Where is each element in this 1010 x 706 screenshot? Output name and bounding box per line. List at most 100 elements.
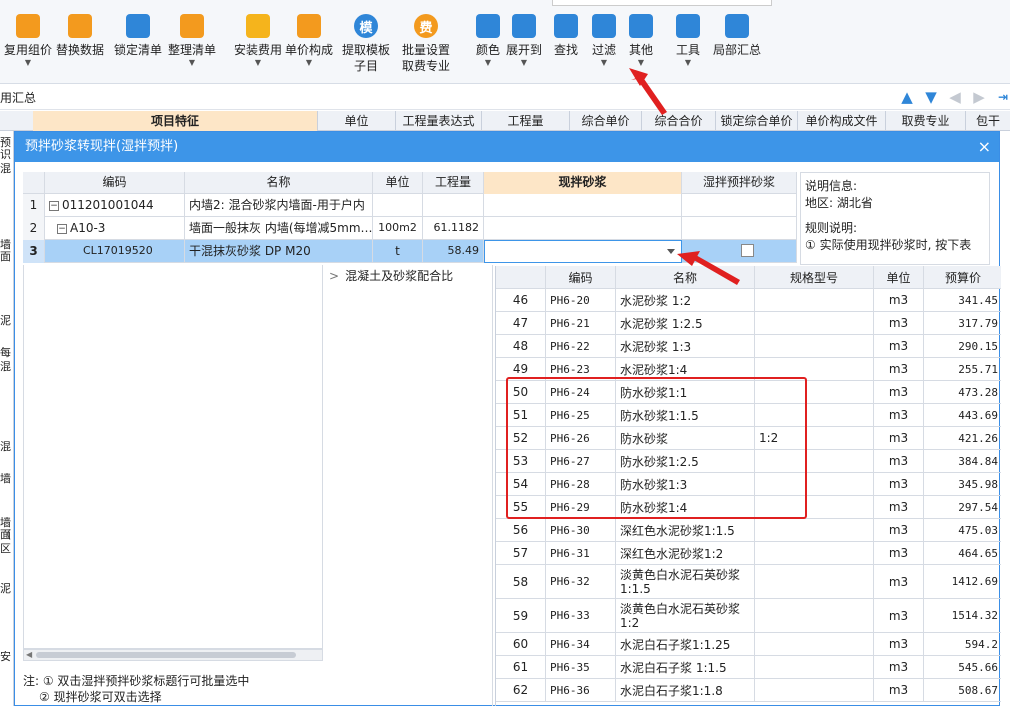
- list-item[interactable]: 51 PH6-25 防水砂浆1:1.5 m3 443.69: [496, 404, 1001, 427]
- cell-quantity: 61.1182: [423, 217, 484, 240]
- wet-mortar-checkbox[interactable]: [741, 244, 754, 257]
- close-icon[interactable]: ×: [978, 132, 991, 162]
- list-item[interactable]: 61 PH6-35 水泥白石子浆 1:1.5 m3 545.66: [496, 656, 1001, 679]
- list-item[interactable]: 57 PH6-31 深红色水泥砂浆1:2 m3 464.65: [496, 542, 1001, 565]
- replace-data-icon: [68, 14, 92, 38]
- row-number: 53: [496, 450, 546, 472]
- row-number: 47: [496, 312, 546, 334]
- toolbar-button-find[interactable]: 查找: [554, 14, 578, 80]
- chevron-down-icon[interactable]: [667, 249, 675, 254]
- cell-unit: m3: [874, 656, 924, 678]
- toolbar-button-other[interactable]: 其他 ▼: [629, 14, 653, 80]
- header-wet-mortar[interactable]: 湿拌预拌砂浆: [682, 172, 797, 194]
- arrow-up-icon[interactable]: ▲: [898, 88, 916, 106]
- col-expression: 工程量表达式: [396, 111, 482, 131]
- scrollbar-thumb[interactable]: [36, 652, 296, 658]
- dropdown-caret-icon[interactable]: ▼: [306, 58, 312, 68]
- list-item[interactable]: 52 PH6-26 防水砂浆 1:2 m3 421.26: [496, 427, 1001, 450]
- list-item[interactable]: 59 PH6-33 淡黄色白水泥石英砂浆1:2 m3 1514.32: [496, 599, 1001, 633]
- arrow-down-icon[interactable]: ▼: [922, 88, 940, 106]
- dropdown-caret-icon[interactable]: ▼: [638, 58, 644, 68]
- lookup-header-code[interactable]: 编码: [546, 266, 616, 288]
- table-row[interactable]: 2 − A10-3 墙面一般抹灰 内墙(每增减5mm… 100m2 61.1182: [23, 217, 797, 240]
- toolbar-button-label-line2: 子目: [354, 59, 379, 73]
- list-item[interactable]: 48 PH6-22 水泥砂浆 1:3 m3 290.15: [496, 335, 1001, 358]
- collapse-icon[interactable]: ⇥: [994, 88, 1010, 106]
- cell-unit: m3: [874, 519, 924, 541]
- toolbar-button-filter[interactable]: 过滤 ▼: [592, 14, 616, 80]
- toolbar-button-fee-setting[interactable]: 费批量设置 取费专业: [402, 14, 450, 80]
- header-code[interactable]: 编码: [45, 172, 185, 194]
- cell-site-mortar: [484, 217, 682, 240]
- list-item[interactable]: 47 PH6-21 水泥砂浆 1:2.5 m3 317.79: [496, 312, 1001, 335]
- lookup-header-name[interactable]: 名称: [616, 266, 755, 288]
- scroll-left-icon[interactable]: ◀: [26, 650, 32, 659]
- list-item[interactable]: 62 PH6-36 水泥白石子浆1:1.8 m3 508.67: [496, 679, 1001, 702]
- toolbar-button-lock-list[interactable]: 锁定清单: [114, 14, 162, 80]
- list-item[interactable]: 55 PH6-29 防水砂浆1:4 m3 297.54: [496, 496, 1001, 519]
- tab-summary[interactable]: 用汇总: [0, 89, 36, 106]
- list-item[interactable]: 56 PH6-30 深红色水泥砂浆1:1.5 m3 475.03: [496, 519, 1001, 542]
- cell-unit: m3: [874, 633, 924, 655]
- list-item[interactable]: 53 PH6-27 防水砂浆1:2.5 m3 384.84: [496, 450, 1001, 473]
- toolbar-button-expand-to[interactable]: 展开到 ▼: [506, 14, 542, 80]
- horizontal-scrollbar[interactable]: ◀: [23, 649, 323, 661]
- search-input[interactable]: [552, 0, 772, 6]
- lookup-header-spec[interactable]: 规格型号: [755, 266, 874, 288]
- table-row[interactable]: 1 −011201001044 内墙2: 混合砂浆内墙面-用于户内: [23, 194, 797, 217]
- row-number: 61: [496, 656, 546, 678]
- tree-item-label: 混凝土及砂浆配合比: [345, 269, 454, 283]
- cell-code: PH6-31: [546, 542, 616, 564]
- list-item[interactable]: 54 PH6-28 防水砂浆1:3 m3 345.98: [496, 473, 1001, 496]
- background-left-strip: 预 识 混 墙面 泥 每 混 混 墙 墙面 （ 区 泥 安: [0, 131, 14, 706]
- table-row-selected[interactable]: 3 CL17019520 干混抹灰砂浆 DP M20 t 58.49: [23, 240, 797, 263]
- toolbar-button-unit-price[interactable]: 单价构成 ▼: [285, 14, 333, 80]
- cell-price: 255.71: [958, 362, 998, 376]
- dropdown-caret-icon[interactable]: ▼: [25, 58, 31, 68]
- site-mortar-combobox[interactable]: [484, 240, 682, 263]
- header-quantity[interactable]: 工程量: [423, 172, 484, 194]
- toolbar-button-template[interactable]: 模提取模板 子目: [342, 14, 390, 80]
- list-item[interactable]: 50 PH6-24 防水砂浆1:1 m3 473.28: [496, 381, 1001, 404]
- toolbar-button-label: 替换数据: [56, 43, 105, 57]
- toolbar-button-partial-summary[interactable]: 局部汇总: [713, 14, 761, 80]
- row-number: 62: [496, 679, 546, 701]
- list-item[interactable]: 46 PH6-20 水泥砂浆 1:2 m3 341.45: [496, 289, 1001, 312]
- toolbar-button-color[interactable]: 颜色 ▼: [476, 14, 500, 80]
- lookup-header-unit[interactable]: 单位: [874, 266, 924, 288]
- cell-name: 水泥砂浆1:4: [616, 358, 755, 380]
- cell-code: PH6-34: [546, 633, 616, 655]
- cell-name: 内墙2: 混合砂浆内墙面-用于户内: [185, 194, 373, 217]
- list-item[interactable]: 58 PH6-32 淡黄色白水泥石英砂浆1:1.5 m3 1412.69: [496, 565, 1001, 599]
- toolbar-button-tools[interactable]: 工具 ▼: [676, 14, 700, 80]
- toolbar-button-replace-data[interactable]: 替换数据: [56, 14, 104, 80]
- chevron-right-icon[interactable]: >: [329, 269, 339, 283]
- cell-unit: m3: [874, 404, 924, 426]
- collapse-tree-icon[interactable]: −: [57, 223, 67, 234]
- dropdown-caret-icon[interactable]: ▼: [601, 58, 607, 68]
- arrow-right-icon[interactable]: ▶: [970, 88, 988, 106]
- dropdown-caret-icon[interactable]: ▼: [485, 58, 491, 68]
- lookup-header-price[interactable]: 预算价: [924, 266, 1001, 288]
- cell-unit: m3: [874, 542, 924, 564]
- dropdown-caret-icon[interactable]: ▼: [189, 58, 195, 68]
- arrow-left-icon[interactable]: ◀: [946, 88, 964, 106]
- header-site-mortar[interactable]: 现拌砂浆: [484, 172, 682, 194]
- dropdown-caret-icon[interactable]: ▼: [685, 58, 691, 68]
- list-item[interactable]: 49 PH6-23 水泥砂浆1:4 m3 255.71: [496, 358, 1001, 381]
- header-name[interactable]: 名称: [185, 172, 373, 194]
- row-number: 54: [496, 473, 546, 495]
- toolbar-button-organize-list[interactable]: 整理清单 ▼: [168, 14, 216, 80]
- strip-text: 泥: [0, 315, 11, 327]
- dropdown-caret-icon[interactable]: ▼: [255, 58, 261, 68]
- toolbar-button-install-fee[interactable]: 安装费用 ▼: [234, 14, 282, 80]
- collapse-tree-icon[interactable]: −: [49, 200, 59, 211]
- list-item[interactable]: 60 PH6-34 水泥白石子浆1:1.25 m3 594.2: [496, 633, 1001, 656]
- tree-item-concrete-mortar[interactable]: > 混凝土及砂浆配合比: [329, 267, 486, 284]
- dropdown-caret-icon[interactable]: ▼: [521, 58, 527, 68]
- info-region: 地区: 湖北省: [805, 196, 873, 210]
- header-unit[interactable]: 单位: [373, 172, 423, 194]
- grid-header-row: 编码 名称 单位 工程量 现拌砂浆 湿拌预拌砂浆: [23, 172, 797, 194]
- toolbar-button-reuse-price[interactable]: 复用组价 ▼: [4, 14, 52, 80]
- sub-toolbar: 用汇总 ▲ ▼ ◀ ▶ ⇥: [0, 85, 1010, 110]
